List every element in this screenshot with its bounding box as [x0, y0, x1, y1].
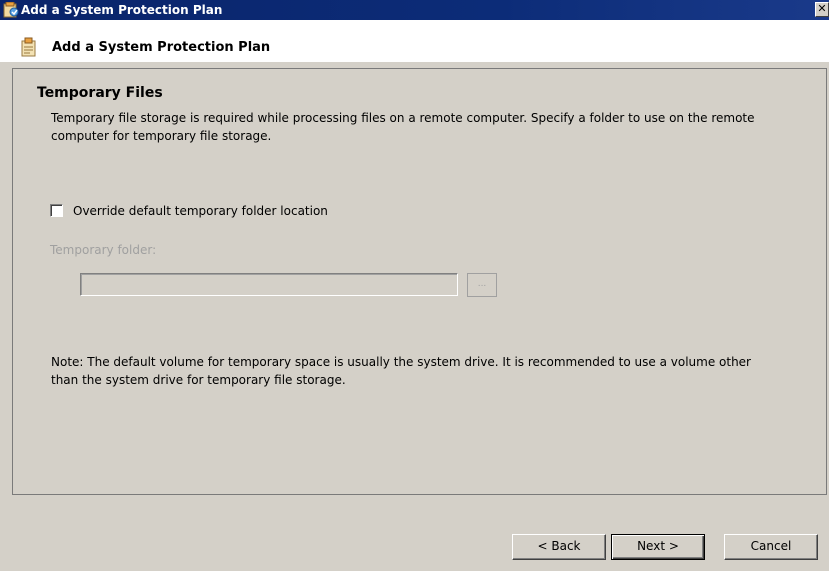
back-button[interactable]: < Back — [512, 534, 606, 560]
wizard-header-title: Add a System Protection Plan — [52, 40, 271, 55]
next-button[interactable]: Next > — [611, 534, 705, 560]
close-icon: ✕ — [817, 2, 827, 15]
temporary-folder-label: Temporary folder: — [50, 243, 157, 257]
cancel-button[interactable]: Cancel — [724, 534, 818, 560]
page-description: Temporary file storage is required while… — [51, 111, 755, 143]
wizard-window: Add a System Protection Plan ✕ Add a Sys… — [0, 0, 829, 571]
browse-button[interactable]: ... — [467, 273, 497, 297]
page-title: Temporary Files — [37, 85, 163, 101]
note-text: Note: The default volume for temporary s… — [51, 355, 751, 387]
override-checkbox-label[interactable]: Override default temporary folder locati… — [73, 203, 328, 219]
title-bar[interactable]: Add a System Protection Plan ✕ — [0, 0, 829, 20]
wizard-header: Add a System Protection Plan — [0, 20, 829, 62]
override-checkbox[interactable] — [50, 204, 63, 217]
wizard-page-icon — [21, 37, 36, 57]
window-title: Add a System Protection Plan — [21, 3, 223, 17]
wizard-app-icon — [3, 2, 19, 18]
temporary-folder-input[interactable] — [80, 273, 458, 296]
close-button[interactable]: ✕ — [815, 2, 829, 17]
